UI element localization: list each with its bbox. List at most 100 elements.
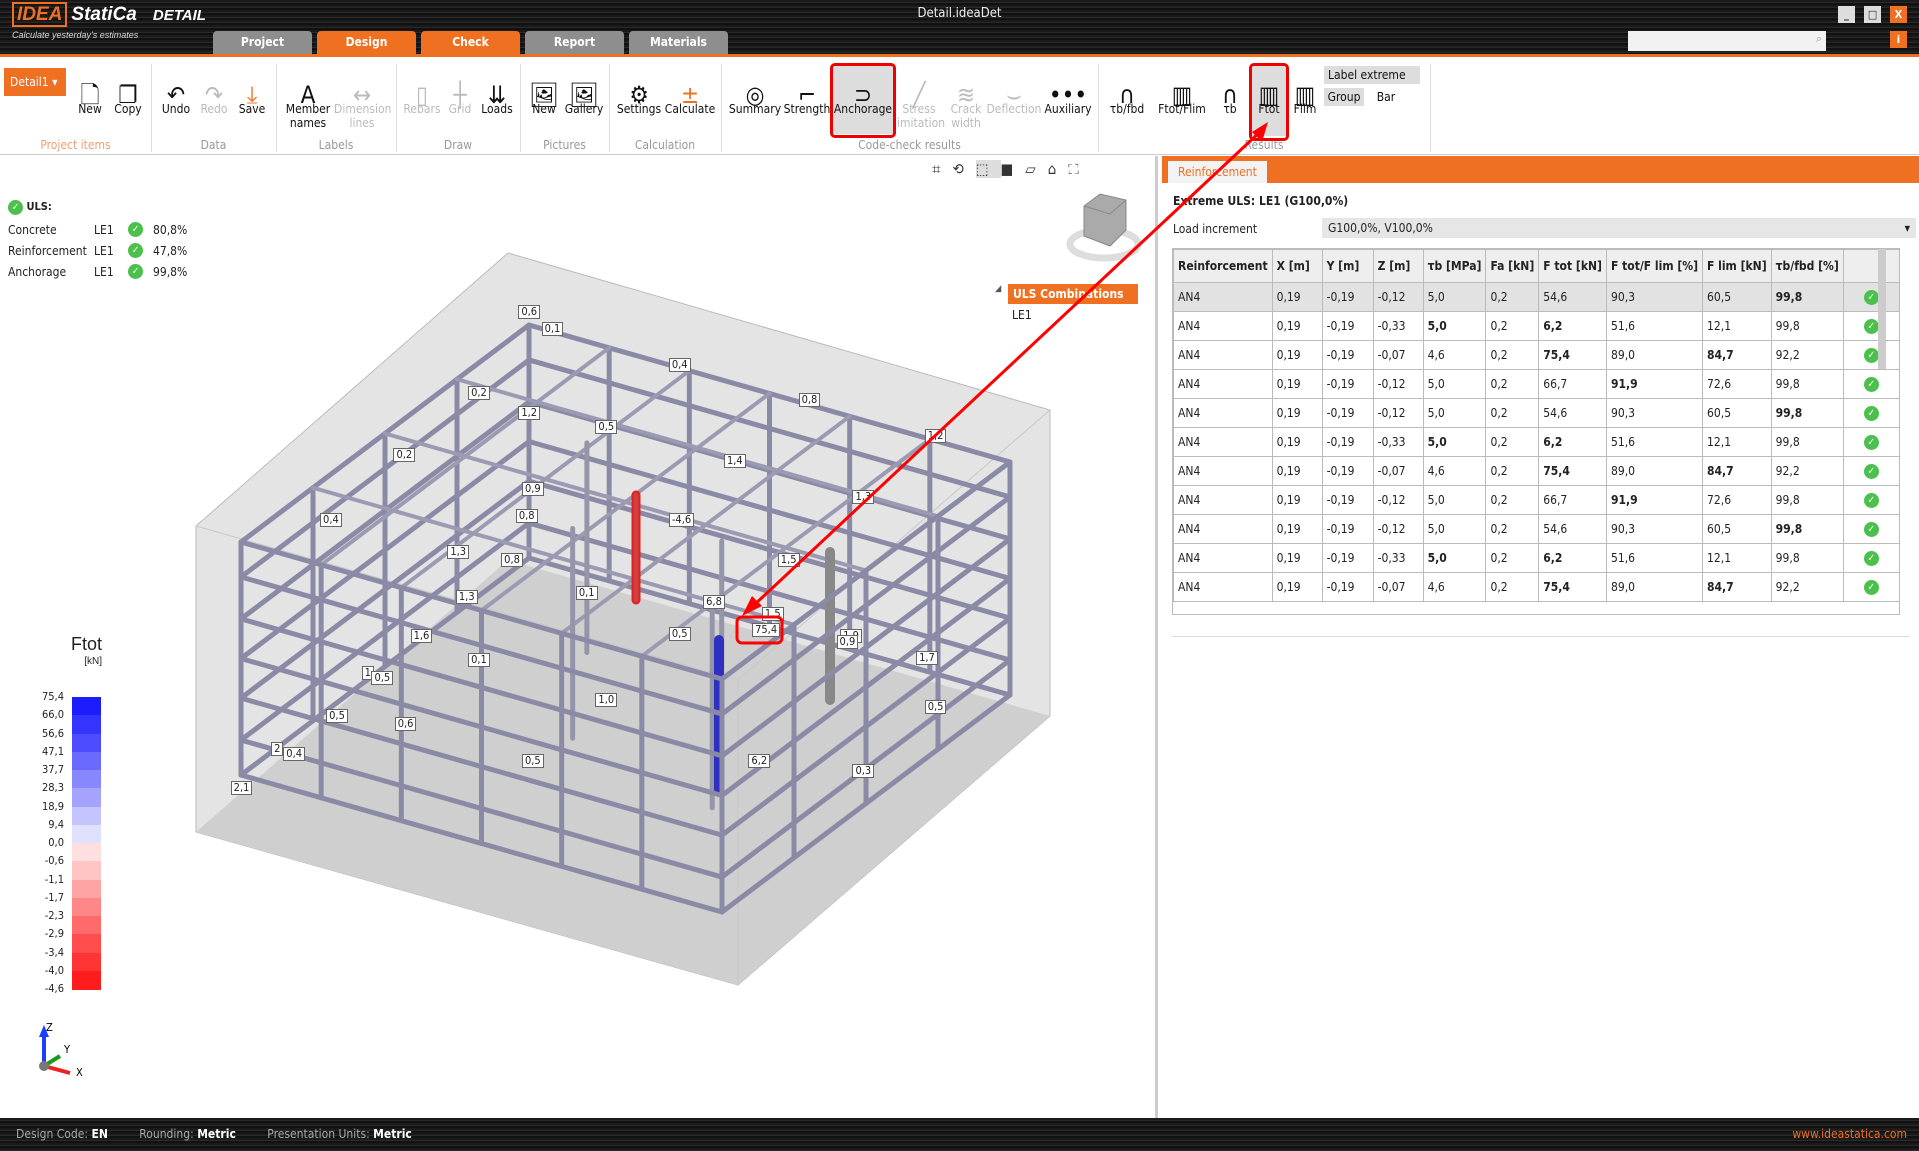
column-header[interactable]: X [m] (1271, 249, 1323, 283)
column-header[interactable]: Reinforcement (1173, 249, 1273, 283)
tab-report[interactable]: Report (525, 31, 624, 54)
column-header[interactable]: F lim [kN] (1702, 249, 1772, 283)
3d-viewport[interactable]: ⌗⟲⬚■▱⌂⛶ ✓ ULS: Concrete LE1 ✓ 80,8% Reinforc… (0, 156, 1158, 1118)
column-header[interactable]: Fa [kN] (1485, 249, 1540, 283)
rebar-model[interactable] (0, 156, 1158, 1118)
column-header[interactable]: τb/fbd [%] (1770, 249, 1844, 283)
bar-toggle[interactable]: Bar (1370, 88, 1402, 106)
column-header[interactable]: τb [MPa] (1422, 249, 1487, 283)
result-label[interactable]: 0,5 (521, 754, 544, 769)
project-item-select[interactable]: Detail1 ▾ (4, 68, 66, 96)
result-label[interactable]: 0,9 (521, 482, 544, 497)
result-tb-button[interactable]: ∩ τb (1212, 66, 1248, 116)
table-row[interactable]: AN4 0,19 -0,19 -0,12 5,0 0,2 54,6 90,3 60,5 99,8 ✓ (1173, 514, 1899, 544)
result-label[interactable]: 0,5 (326, 708, 348, 723)
rebars-button[interactable]: ▯ Rebars (402, 66, 442, 116)
result-label[interactable]: 1,7 (916, 651, 938, 666)
maximize-button[interactable]: □ (1864, 6, 1881, 23)
deflection-button[interactable]: ⌣ Deflection (986, 66, 1042, 116)
new-picture-button[interactable]: 🖼 New (526, 66, 562, 116)
copy-button[interactable]: ❐ Copy (110, 66, 146, 116)
result-label[interactable]: 0,8 (798, 393, 821, 408)
save-button[interactable]: ⤓ Save (234, 66, 270, 116)
result-flim-button[interactable]: ▥ Flim (1288, 66, 1322, 116)
tab-materials[interactable]: Materials (629, 31, 728, 54)
table-row[interactable]: AN4 0,19 -0,19 -0,12 5,0 0,2 66,7 91,9 72,6 99,8 ✓ (1173, 369, 1899, 399)
result-label[interactable]: 6,8 (703, 594, 725, 609)
summary-button[interactable]: ◎ Summary (728, 66, 782, 116)
result-label[interactable]: 1,2 (518, 406, 541, 421)
column-header[interactable]: Z [m] (1372, 249, 1424, 283)
result-label[interactable]: 2,1 (230, 781, 253, 796)
table-row[interactable]: AN4 0,19 -0,19 -0,07 4,6 0,2 75,4 89,0 84,7 92,2 ✓ (1173, 456, 1899, 486)
auxiliary-button[interactable]: ••• Auxiliary (1042, 66, 1094, 116)
result-label[interactable]: 6,2 (748, 754, 771, 769)
result-label[interactable]: 0,5 (668, 626, 691, 641)
result-ftot-flim-button[interactable]: ▥ Ftot/Flim (1154, 66, 1210, 116)
minimize-button[interactable]: _ (1838, 6, 1855, 23)
table-scrollbar[interactable] (1878, 249, 1886, 369)
result-label[interactable]: 1,0 (595, 692, 618, 707)
table-row[interactable]: AN4 0,19 -0,19 -0,07 4,6 0,2 75,4 89,0 84,7 92,2 ✓ (1173, 340, 1899, 370)
calculate-button[interactable]: ± Calculate (664, 66, 716, 116)
result-label[interactable]: 1,3 (447, 544, 470, 559)
table-row[interactable]: AN4 0,19 -0,19 -0,07 4,6 0,2 75,4 89,0 84,7 92,2 ✓ (1173, 572, 1899, 602)
result-label[interactable]: 0,1 (575, 586, 598, 601)
result-label[interactable]: 1,2 (924, 428, 947, 443)
label-extreme-toggle[interactable]: Label extreme (1324, 66, 1420, 84)
redo-button[interactable]: ↷ Redo (196, 66, 232, 116)
crack-width-button[interactable]: ≋ Crack width (944, 66, 988, 130)
strength-button[interactable]: ⌐ Strength (782, 66, 832, 116)
loads-button[interactable]: ⇊ Loads (478, 66, 516, 116)
result-label[interactable]: 0,1 (541, 322, 564, 337)
result-label[interactable]: 1,3 (852, 489, 875, 504)
result-label[interactable]: 0,5 (595, 419, 618, 434)
result-label[interactable]: 0,8 (501, 553, 523, 568)
table-row[interactable]: AN4 0,19 -0,19 -0,33 5,0 0,2 6,2 51,6 12,1 99,8 ✓ (1173, 543, 1899, 573)
dimension-lines-button[interactable]: ↔ Dimension lines (334, 66, 391, 130)
result-label[interactable]: 0,1 (468, 652, 490, 667)
tab-design[interactable]: Design (317, 31, 416, 54)
result-label[interactable]: 0,3 (852, 763, 875, 778)
column-header[interactable] (1842, 249, 1899, 283)
tab-check[interactable]: Check (421, 31, 520, 54)
table-row[interactable]: AN4 0,19 -0,19 -0,12 5,0 0,2 54,6 90,3 60,5 99,8 ✓ (1173, 398, 1899, 428)
table-row[interactable]: AN4 0,19 -0,19 -0,12 5,0 0,2 54,6 90,3 60,5 99,8 ✓ (1173, 282, 1899, 312)
close-button[interactable]: X (1890, 6, 1907, 23)
stress-limitation-button[interactable]: ╱ Stress limitation (894, 66, 945, 130)
grid-button[interactable]: ┼ Grid (444, 66, 476, 116)
result-label[interactable]: 0,8 (515, 509, 538, 524)
result-label[interactable]: 0,2 (393, 448, 416, 463)
result-label[interactable]: -4,6 (668, 512, 695, 527)
result-label[interactable]: 0,4 (668, 357, 691, 372)
result-label[interactable]: 1,5 (777, 553, 800, 568)
result-label[interactable]: 1,3 (455, 590, 478, 605)
column-header[interactable]: Y [m] (1321, 249, 1374, 283)
member-names-button[interactable]: A Member names (282, 66, 334, 130)
undo-button[interactable]: ↶ Undo (158, 66, 194, 116)
website-link[interactable]: www.ideastatica.com (1792, 1118, 1907, 1151)
table-row[interactable]: AN4 0,19 -0,19 -0,33 5,0 0,2 6,2 51,6 12,1 99,8 ✓ (1173, 427, 1899, 457)
result-label[interactable]: 2 (271, 741, 284, 756)
result-label[interactable]: 0,6 (518, 304, 541, 319)
new-button[interactable]: 🗋 New (72, 66, 108, 116)
gallery-button[interactable]: 🖼 Gallery (564, 66, 604, 116)
result-tb-fbd-button[interactable]: ∩ τb/fbd (1102, 66, 1152, 116)
result-label[interactable]: 0,6 (394, 717, 417, 732)
group-toggle[interactable]: Group (1324, 88, 1364, 106)
result-label[interactable]: 0,2 (468, 385, 490, 400)
column-header[interactable]: F tot [kN] (1538, 249, 1607, 283)
search-input[interactable]: ⌕ (1628, 31, 1826, 51)
load-increment-select[interactable]: G100,0%, V100,0% ▾ (1322, 218, 1916, 238)
result-label[interactable]: 1,5 (761, 607, 784, 622)
table-row[interactable]: AN4 0,19 -0,19 -0,12 5,0 0,2 66,7 91,9 72,6 99,8 ✓ (1173, 485, 1899, 515)
info-button[interactable]: i (1890, 31, 1907, 48)
result-label[interactable]: 0,5 (924, 700, 947, 715)
result-label[interactable]: 1,4 (723, 454, 746, 469)
result-label[interactable]: 0,5 (371, 670, 394, 685)
result-label[interactable]: 0,4 (283, 746, 306, 761)
tab-project[interactable]: Project (213, 31, 312, 54)
table-row[interactable]: AN4 0,19 -0,19 -0,33 5,0 0,2 6,2 51,6 12,1 99,8 ✓ (1173, 311, 1899, 341)
result-label[interactable]: 1,6 (410, 629, 433, 644)
tab-reinforcement[interactable]: Reinforcement (1168, 161, 1267, 183)
